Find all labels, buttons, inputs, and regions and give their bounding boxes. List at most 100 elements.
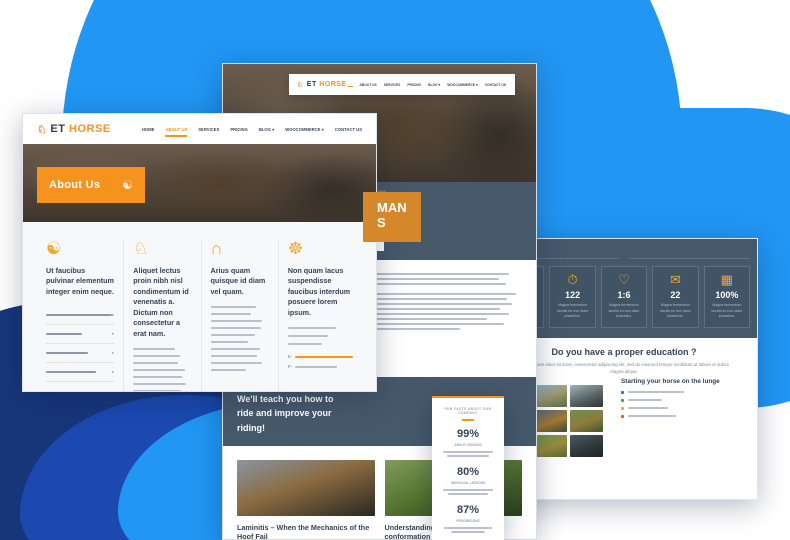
page-title-banner: About Us ☯ (37, 167, 145, 203)
counter-card[interactable]: ⏱ 122 Magna fermentum iaculis eu non dia… (549, 266, 596, 328)
gallery-thumb[interactable] (570, 384, 604, 407)
nav-item-pricing[interactable]: PRICING (407, 83, 421, 87)
gallery-thumb[interactable] (570, 434, 604, 457)
floating-nav-bar[interactable]: ♘ ET HORSE ABOUT US SERVICES PRICING BLOG… (289, 74, 515, 95)
nav-item-pricing[interactable]: PRICING (230, 127, 247, 132)
email-label: E: (287, 354, 293, 360)
column-title: Aliquet lectus proin nibh nisl condiment… (133, 266, 189, 338)
column-body: Platea dictumst vestibulum rhoncus est p… (210, 306, 269, 372)
lunge-list-item[interactable]: Justo eget magna (621, 414, 757, 418)
about-column-1: ☯ Ut faucibus pulvinar elementum integer… (37, 240, 123, 391)
column-title: Non quam lacus suspendisse faucibus inte… (287, 266, 351, 317)
column-title: Ut faucibus pulvinar elementum integer e… (46, 266, 114, 296)
gallery-thumb[interactable] (534, 409, 568, 432)
fun-facts-card[interactable]: FUN FACTS ABOUT OUR COMPANY 99% ABOUT LE… (432, 396, 504, 540)
gallery-thumb[interactable] (570, 409, 604, 432)
nav-item-services[interactable]: SERVICES (198, 127, 219, 132)
nav-item-woocommerce[interactable]: WOOCOMMERCE ▾ (447, 83, 477, 87)
fact-value: 99% (456, 428, 480, 440)
bullet-square-icon (621, 406, 624, 410)
column-title: Arius quam quisque id diam vel quam. (210, 266, 266, 296)
active-underline (165, 134, 188, 137)
fact-label: ABOUT LESSONS (454, 443, 482, 447)
list-icon: ▦ (720, 272, 733, 287)
chevron-right-icon: ▸ (112, 331, 115, 337)
chevron-down-icon: ▾ (475, 82, 478, 87)
nav-item-services[interactable]: SERVICES (384, 83, 401, 87)
counter-card[interactable]: ▦ 100% Magna fermentum iaculis eu non di… (703, 266, 751, 328)
lunge-list-item[interactable]: Eros in cursus (621, 406, 757, 410)
nav-item-blog[interactable]: BLOG ▾ (259, 127, 274, 132)
post-thumbnail[interactable] (237, 459, 375, 516)
chevron-right-icon: ▸ (112, 350, 115, 356)
hero-title-line-2: S (377, 214, 386, 230)
counter-text: Magna fermentum iaculis eu non diam phas… (711, 303, 743, 319)
lunge-panel: Starting your horse on the lunge Pretium… (611, 376, 757, 457)
nav-menu[interactable]: HOME ABOUT US SERVICES PRICING BLOG ▾ WO… (142, 127, 362, 137)
clock-badge-icon: ☸ (287, 239, 304, 258)
nav-item-about-us[interactable]: ABOUT US (360, 83, 377, 87)
site-logo[interactable]: ♘ ET HORSE (297, 81, 347, 89)
nav-item-woocommerce[interactable]: WOOCOMMERCE ▾ (285, 127, 324, 132)
gallery-thumb[interactable] (534, 384, 568, 407)
fact-label: INDIVIDUAL LESSONS (450, 481, 486, 485)
nav-item-blog[interactable]: BLOG ▾ (428, 83, 440, 87)
chevron-down-icon: ▾ (272, 126, 275, 132)
counter-value: 122 (565, 290, 581, 300)
about-columns: ☯ Ut faucibus pulvinar elementum integer… (23, 222, 376, 391)
counter-card[interactable]: ♡ 1:6 Magna fermentum iaculis eu non dia… (600, 266, 648, 328)
heart-icon: ♡ (618, 272, 630, 287)
nav-item-home[interactable] (347, 82, 353, 87)
counter-text: Magna fermentum iaculis eu non diam phas… (608, 303, 640, 319)
counter-text: Magna fermentum iaculis eu non diam phas… (557, 303, 588, 319)
fact-value: 87% (456, 504, 480, 516)
blog-post-card[interactable]: Laminitis – When the Mechanics of the Ho… (237, 459, 375, 539)
lunge-list-item[interactable]: Pretium quam vulputate (621, 390, 757, 394)
counter-value: 22 (670, 290, 681, 300)
chevron-right-icon: ▸ (112, 369, 115, 375)
medal-icon: ☯ (122, 178, 133, 192)
counter-card[interactable]: ✉ 22 Magna fermentum iaculis eu non diam… (652, 266, 699, 328)
chevron-down-icon: ▾ (321, 126, 324, 132)
hero-title-line-1: MAN (377, 200, 407, 215)
gallery-thumb[interactable] (534, 434, 568, 457)
nav-item-contact-us[interactable]: CONTACT US (335, 127, 362, 132)
hero-title-box: MAN S (363, 192, 421, 242)
about-column-2: ♘ Aliquet lectus proin nibh nisl condime… (123, 240, 200, 391)
chevron-down-icon: ▾ (438, 82, 441, 87)
horse-icon: ♘ (297, 81, 304, 89)
horse-icon: ♘ (37, 123, 48, 136)
column-body: Ut faucibus pulvinar elementum integer e… (133, 348, 191, 391)
envelope-icon: ✉ (669, 272, 681, 287)
fact-value: 80% (456, 466, 480, 478)
lunge-title: Starting your horse on the lunge (621, 377, 720, 385)
facts-divider (462, 419, 474, 421)
site-logo[interactable]: ♘ ET HORSE (37, 123, 111, 136)
bullet-square-icon (621, 398, 624, 402)
clock-icon: ⏱ (567, 272, 578, 287)
column-link-item[interactable]: ▸ Eros in cursus (46, 344, 115, 364)
counter-value: 100% (715, 290, 739, 300)
post-title[interactable]: Laminitis – When the Mechanics of the Ho… (237, 523, 375, 539)
facts-kicker: FUN FACTS ABOUT OUR COMPANY (444, 407, 492, 415)
screenshot-front-about-page[interactable]: ♘ ET HORSE HOME ABOUT US SERVICES PRICING… (22, 113, 377, 392)
horseshoe-icon: ∩ (210, 239, 223, 258)
column-link-item[interactable]: ▸ Pretium quam vulputate (46, 306, 115, 326)
contact-email-row[interactable]: E: support@ethorse.com (287, 354, 354, 360)
column-link-item[interactable]: ▸ Et leo duis ut (46, 325, 115, 345)
site-header[interactable]: ♘ ET HORSE HOME ABOUT US SERVICES PRICING… (23, 114, 376, 144)
nav-item-about-us[interactable]: ABOUT US (165, 127, 188, 137)
bullet-square-icon (621, 414, 624, 418)
opening-hours: Week Days: 8am – 7 pm Saturday: 9am – 3p… (287, 327, 353, 346)
lunge-list-item[interactable]: Et leo duis ut (621, 398, 757, 402)
fact-label: PROGRESSIVE (456, 519, 480, 523)
page-title: About Us (49, 179, 101, 191)
nav-menu[interactable]: ABOUT US SERVICES PRICING BLOG ▾ WOOCOMM… (347, 82, 506, 87)
phone-label: P: (287, 364, 293, 370)
about-column-4: ☸ Non quam lacus suspendisse faucibus in… (277, 239, 362, 391)
column-link-item[interactable]: ▸ Justo eget magna (46, 363, 115, 383)
nav-item-contact-us[interactable]: CONTACT US (485, 83, 506, 87)
nav-item-home[interactable]: HOME (142, 127, 155, 132)
chevron-right-icon: ▸ (112, 312, 115, 318)
signature-mark: 𝄞‘— (355, 337, 524, 347)
